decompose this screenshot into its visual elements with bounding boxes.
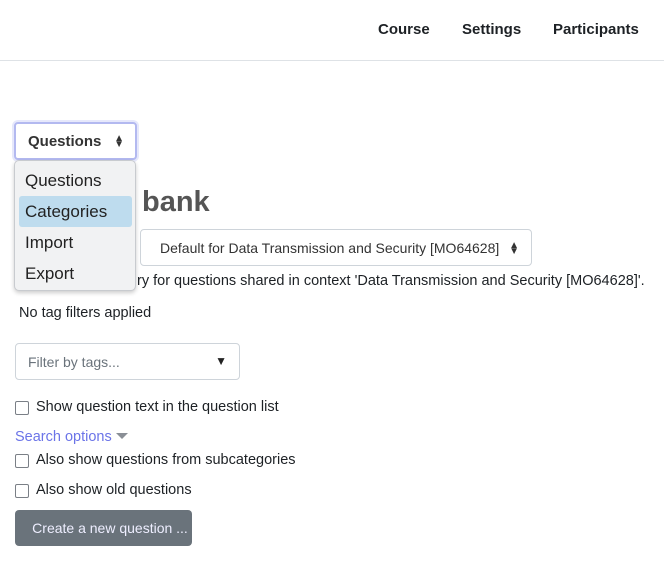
question-bank-navigation-select[interactable]: Questions ▲ ▼ (14, 122, 137, 160)
sort-arrows-icon: ▲ ▼ (509, 240, 519, 257)
tag-filter-input[interactable]: Filter by tags... ▼ (15, 343, 240, 380)
menu-item-categories[interactable]: Categories (19, 196, 132, 227)
show-question-text-label: Show question text in the question list (36, 399, 279, 415)
nav-participants[interactable]: Participants (553, 21, 639, 38)
top-navigation: Course Settings Participants (0, 0, 664, 61)
nav-settings[interactable]: Settings (462, 21, 521, 38)
menu-item-export[interactable]: Export (19, 258, 132, 289)
sort-arrows-icon: ▲ ▼ (114, 133, 124, 150)
page-title: bank (142, 186, 210, 218)
menu-item-questions[interactable]: Questions (19, 165, 132, 196)
select-value: Questions (28, 132, 102, 150)
nav-course[interactable]: Course (378, 21, 430, 38)
menu-item-import[interactable]: Import (19, 227, 132, 258)
old-questions-checkbox[interactable] (15, 484, 29, 498)
tag-filter-placeholder: Filter by tags... (28, 353, 120, 370)
create-new-question-button[interactable]: Create a new question ... (15, 510, 192, 546)
old-questions-label: Also show old questions (36, 482, 192, 498)
category-select-value: Default for Data Transmission and Securi… (160, 239, 500, 256)
tag-status: No tag filters applied (19, 305, 152, 321)
search-options-label: Search options (15, 429, 112, 445)
caret-down-icon (115, 433, 128, 439)
category-info: ry for questions shared in context 'Data… (137, 273, 645, 289)
show-question-text-checkbox[interactable] (15, 401, 29, 415)
subcategories-checkbox[interactable] (15, 454, 29, 468)
search-options-toggle[interactable]: Search options (15, 429, 128, 445)
category-select[interactable]: Default for Data Transmission and Securi… (140, 229, 532, 266)
subcategories-label: Also show questions from subcategories (36, 452, 296, 468)
navigation-dropdown-menu: Questions Categories Import Export (14, 160, 136, 291)
dropdown-triangle-icon: ▼ (215, 354, 227, 368)
